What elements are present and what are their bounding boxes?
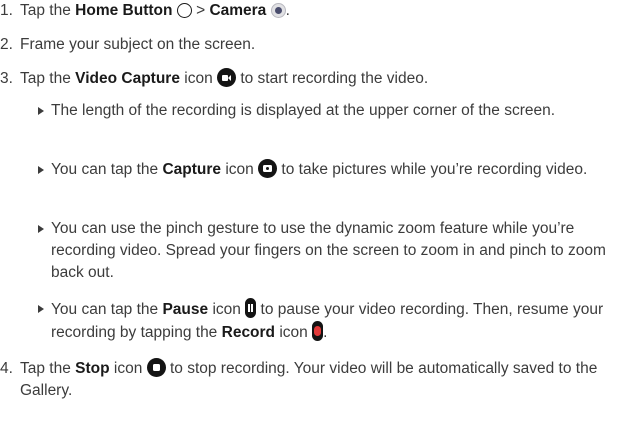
home-button-label: Home Button	[75, 2, 173, 19]
record-label: Record	[221, 324, 276, 341]
step-text: icon	[179, 70, 218, 87]
pause-label: Pause	[162, 301, 209, 318]
bullet-text: You can tap the	[51, 301, 163, 318]
step-text: >	[191, 2, 210, 19]
step-4: 4. Tap the Stop icon to stop recording. …	[0, 358, 634, 402]
step-text: Tap the	[20, 2, 76, 19]
instructions-page: 1. Tap the Home Button > Camera . 2. Frame…	[0, 0, 634, 425]
step-text: Tap the	[20, 70, 76, 87]
bullet-text: The length of the recording is displayed…	[51, 102, 556, 119]
step-text: icon	[109, 360, 147, 377]
bullet-arrow-icon	[38, 305, 44, 313]
bullet-text: icon	[221, 161, 259, 178]
bullet-text: You can use the pinch gesture to use the…	[51, 220, 606, 281]
camera-app-icon	[270, 3, 286, 18]
step-2: 2. Frame your subject on the screen.	[0, 34, 634, 56]
stop-label: Stop	[75, 360, 110, 377]
video-capture-label: Video Capture	[75, 70, 180, 87]
step-text: Tap the	[20, 360, 76, 377]
bullet-text: .	[323, 324, 328, 341]
step-number: 2.	[0, 36, 13, 53]
capture-label: Capture	[162, 161, 222, 178]
step-number: 3.	[0, 70, 13, 87]
bullet-capture: You can tap the Capture icon to take pic…	[38, 159, 632, 181]
step-text: Frame your subject on the screen.	[20, 36, 256, 53]
bullet-arrow-icon	[38, 107, 44, 115]
step-number: 4.	[0, 360, 13, 377]
bullet-text: You can tap the	[51, 161, 163, 178]
step-text: .	[285, 2, 290, 19]
home-button-icon	[176, 3, 192, 18]
step-number: 1.	[0, 2, 13, 19]
bullet-arrow-icon	[38, 225, 44, 233]
video-capture-icon	[217, 68, 237, 87]
step-text: to start recording the video.	[236, 70, 429, 87]
record-icon	[312, 321, 324, 341]
bullet-recording-length: The length of the recording is displayed…	[38, 100, 632, 122]
bullet-arrow-icon	[38, 166, 44, 174]
camera-label: Camera	[209, 2, 267, 19]
step-1: 1. Tap the Home Button > Camera .	[0, 0, 634, 22]
step-3: 3. Tap the Video Capture icon to start re…	[0, 68, 634, 90]
pause-icon	[245, 298, 257, 318]
bullet-text: to take pictures while you’re recording …	[277, 161, 588, 178]
bullet-pinch-zoom: You can use the pinch gesture to use the…	[38, 218, 632, 284]
bullet-text: icon	[208, 301, 246, 318]
bullet-text: icon	[275, 324, 313, 341]
bullet-pause: You can tap the Pause icon to pause your…	[38, 298, 632, 344]
capture-icon	[258, 159, 278, 178]
stop-icon	[146, 358, 166, 377]
